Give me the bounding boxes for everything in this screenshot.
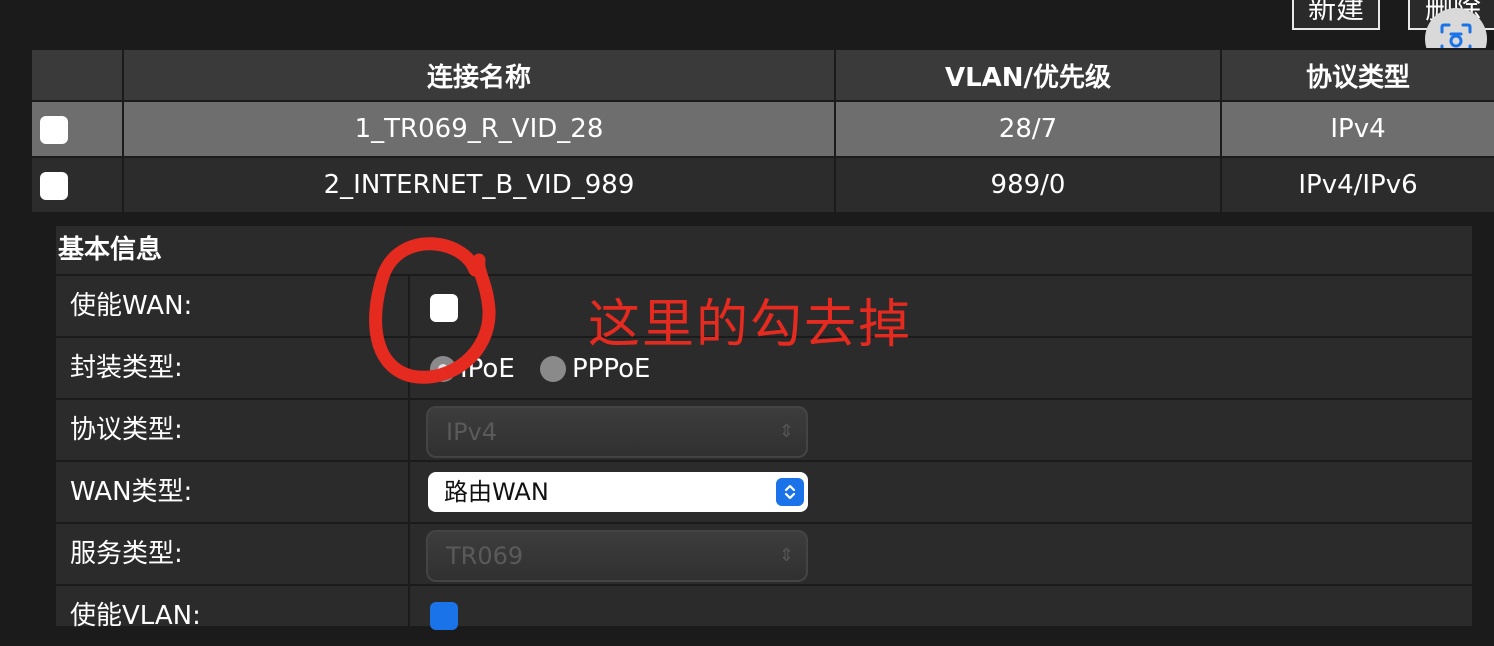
enable-vlan-value	[412, 586, 1472, 646]
enable-wan-value	[412, 276, 1472, 336]
enable-vlan-checkbox[interactable]	[430, 602, 458, 630]
protocol-type-row: 协议类型: IPv4 ⇕	[56, 398, 1472, 460]
encap-type-value: IPoE PPPoE	[412, 338, 1472, 398]
select-arrows-icon: ⇕	[778, 421, 794, 442]
header-protocol: 协议类型	[1220, 48, 1494, 102]
wan-type-label: WAN类型:	[56, 462, 410, 522]
row-checkbox[interactable]	[40, 115, 68, 144]
protocol-type-selected: IPv4	[446, 418, 498, 446]
select-arrows-icon: ⇕	[778, 545, 794, 566]
service-type-row: 服务类型: TR069 ⇕	[56, 522, 1472, 584]
header-select	[30, 48, 124, 102]
wan-type-row: WAN类型: 路由WAN	[56, 460, 1472, 522]
table-row[interactable]: 1_TR069_R_VID_28 28/7 IPv4	[30, 100, 1494, 158]
connection-name: 1_TR069_R_VID_28	[122, 100, 836, 158]
select-stepper-icon	[776, 478, 804, 506]
new-button[interactable]: 新建	[1292, 0, 1380, 30]
protocol-type-value: IPv4 ⇕	[412, 400, 1472, 460]
connection-name: 2_INTERNET_B_VID_989	[122, 156, 836, 214]
enable-vlan-label: 使能VLAN:	[56, 586, 410, 646]
protocol-type: IPv4	[1220, 100, 1494, 158]
wan-type-value: 路由WAN	[412, 462, 1472, 522]
service-type-label: 服务类型:	[56, 524, 410, 584]
enable-wan-checkbox[interactable]	[430, 294, 458, 322]
encap-type-label: 封装类型:	[56, 338, 410, 398]
service-type-select: TR069 ⇕	[426, 530, 808, 582]
protocol-type: IPv4/IPv6	[1220, 156, 1494, 214]
table-header-row: 连接名称 VLAN/优先级 协议类型	[30, 48, 1494, 102]
row-checkbox-cell	[30, 100, 124, 158]
service-type-selected: TR069	[446, 542, 524, 570]
connection-table: 连接名称 VLAN/优先级 协议类型 1_TR069_R_VID_28 28/7…	[30, 48, 1494, 214]
ipoe-radio[interactable]	[430, 356, 456, 382]
wan-type-selected: 路由WAN	[444, 478, 549, 506]
protocol-type-select: IPv4 ⇕	[426, 406, 808, 458]
header-vlan-priority: VLAN/优先级	[834, 48, 1222, 102]
ipoe-label: IPoE	[460, 354, 515, 384]
row-checkbox-cell	[30, 156, 124, 214]
protocol-type-label: 协议类型:	[56, 400, 410, 460]
vlan-priority: 28/7	[834, 100, 1222, 158]
table-row[interactable]: 2_INTERNET_B_VID_989 989/0 IPv4/IPv6	[30, 156, 1494, 214]
wan-type-select[interactable]: 路由WAN	[428, 472, 808, 512]
row-checkbox[interactable]	[40, 171, 68, 200]
vlan-priority: 989/0	[834, 156, 1222, 214]
panel-title: 基本信息	[58, 235, 163, 265]
pppoe-radio[interactable]	[540, 356, 566, 382]
service-type-value: TR069 ⇕	[412, 524, 1472, 584]
annotation-text: 这里的勾去掉	[588, 295, 913, 355]
enable-wan-label: 使能WAN:	[56, 276, 410, 336]
header-connection-name: 连接名称	[122, 48, 836, 102]
enable-vlan-row: 使能VLAN:	[56, 584, 1472, 646]
